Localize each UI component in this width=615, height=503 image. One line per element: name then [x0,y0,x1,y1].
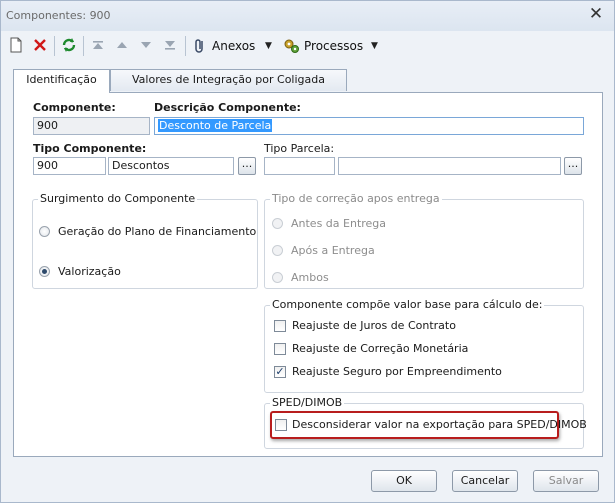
toolbar-separator [185,36,186,56]
delete-x-icon[interactable] [33,37,47,55]
tipo-componente-label: Tipo Componente: [33,142,147,155]
surgimento-legend: Surgimento do Componente [38,192,198,205]
radio-antes-entrega[interactable] [272,218,283,229]
checkbox-desconsiderar-sped-label: Desconsiderar valor na exportação para S… [292,418,587,431]
radio-antes-entrega-label: Antes da Entrega [291,217,387,230]
radio-apos-entrega[interactable] [272,245,283,256]
tipo-parcela-label: Tipo Parcela: [264,142,335,155]
tab-panel-identificacao: Componente: 900 Descrição Componente: De… [13,92,603,457]
descricao-selected-text: Desconto de Parcela [158,119,273,132]
correcao-legend: Tipo de correção apos entrega [270,192,442,205]
radio-geracao-plano-label: Geração do Plano de Financiamento [58,225,257,238]
tipo-parcela-desc-field[interactable] [338,157,561,175]
correcao-group: Tipo de correção apos entrega Antes da E… [264,192,584,289]
tab-identificacao[interactable]: Identificação [13,69,110,93]
checkbox-correcao-monetaria-label: Reajuste de Correção Monetária [292,342,469,355]
attachment-icon [195,39,203,53]
radio-apos-entrega-label: Após a Entrega [291,244,375,257]
radio-ambos[interactable] [272,272,283,283]
last-record-icon[interactable] [163,37,177,55]
surgimento-group: Surgimento do Componente Geração do Plan… [32,192,258,289]
toolbar-separator [83,36,84,56]
tipo-parcela-lookup-button[interactable]: ... [564,157,582,175]
tipo-componente-lookup-button[interactable]: ... [238,157,256,175]
base-calculo-legend: Componente compõe valor base para cálcul… [270,298,545,311]
checkbox-desconsiderar-sped[interactable] [275,419,287,431]
tipo-componente-code-field[interactable]: 900 [33,157,106,175]
cancelar-button[interactable]: Cancelar [452,470,518,492]
checkbox-seguro-empreendimento[interactable]: ✓ [274,366,286,378]
checkbox-juros-contrato-label: Reajuste de Juros de Contrato [292,319,456,332]
radio-geracao-plano[interactable] [39,226,50,237]
window-title: Componentes: 900 [6,9,111,22]
radio-valorizacao-label: Valorização [58,265,121,278]
title-bar: Componentes: 900 ✕ [1,1,614,31]
refresh-icon[interactable] [61,37,77,55]
componente-label: Componente: [33,101,116,114]
base-calculo-group: Componente compõe valor base para cálcul… [264,298,584,393]
checkbox-correcao-monetaria[interactable] [274,343,286,355]
processes-gear-icon [284,39,299,53]
componente-field[interactable]: 900 [33,117,150,135]
descricao-label: Descrição Componente: [154,101,301,114]
tab-valores-integracao[interactable]: Valores de Integração por Coligada [110,69,347,91]
new-document-icon[interactable] [9,37,23,55]
toolbar: Anexos ▼ Processos ▼ [1,31,614,61]
next-record-icon[interactable] [139,37,153,55]
checkbox-seguro-empreendimento-label: Reajuste Seguro por Empreendimento [292,365,502,378]
checkbox-juros-contrato[interactable] [274,320,286,332]
radio-valorizacao[interactable] [39,266,50,277]
toolbar-separator [54,36,55,56]
processos-label: Processos [304,39,364,53]
previous-record-icon[interactable] [115,37,129,55]
close-button[interactable]: ✕ [585,3,607,25]
descricao-field[interactable]: Desconto de Parcela [154,117,584,135]
tipo-parcela-code-field[interactable] [264,157,335,175]
ok-button[interactable]: OK [371,470,437,492]
first-record-icon[interactable] [91,37,105,55]
chevron-down-icon: ▼ [371,41,378,51]
salvar-button[interactable]: Salvar [533,470,599,492]
radio-ambos-label: Ambos [291,271,329,284]
dialog-window: Componentes: 900 ✕ Anexos ▼ Processos ▼ … [0,0,615,503]
tipo-componente-desc-field[interactable]: Descontos [108,157,234,175]
sped-legend: SPED/DIMOB [270,396,345,409]
anexos-label: Anexos [212,39,256,53]
chevron-down-icon: ▼ [265,41,272,51]
